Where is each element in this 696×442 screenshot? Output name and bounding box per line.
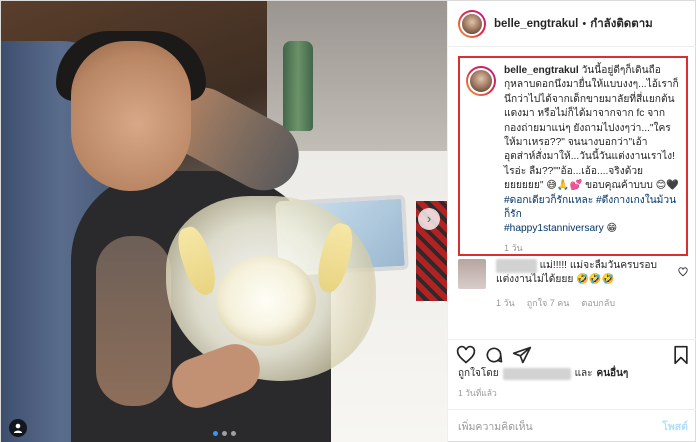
caption-avatar[interactable]: [466, 66, 496, 96]
liker-name-blurred[interactable]: [502, 367, 571, 380]
add-comment-bar: เพิ่มความคิดเห็น โพสต์: [448, 409, 696, 442]
caption-hashtags[interactable]: #ดอกเดียวก็รักแหละ #ดึงกางเกงในม้วนก็รัก: [504, 195, 676, 220]
caption-time[interactable]: 1 วัน: [504, 241, 680, 255]
heart-icon[interactable]: [456, 345, 476, 365]
post-side-panel: belle_engtrakul • กำลังติดตาม belle_engt…: [447, 1, 696, 442]
post-date[interactable]: 1 วันที่แล้ว: [458, 386, 497, 400]
carousel-dots: [1, 431, 447, 436]
carousel-next-button[interactable]: ›: [418, 208, 440, 230]
bookmark-icon[interactable]: [672, 345, 690, 365]
header-separator: •: [582, 17, 587, 30]
following-button[interactable]: กำลังติดตาม: [590, 15, 653, 33]
header-username[interactable]: belle_engtrakul: [494, 18, 578, 30]
share-icon[interactable]: [512, 345, 532, 365]
caption-username[interactable]: belle_engtrakul: [504, 65, 579, 76]
carousel-dot: [221, 431, 227, 436]
comment-item: xxxxxxxx แม่!!!!! แม่จะลืมวันครบรอบแต่งง…: [458, 259, 690, 310]
action-bar: [448, 339, 696, 369]
post-comment-button[interactable]: โพสต์: [662, 418, 688, 435]
caption-anniversary-hashtag[interactable]: #happy1stanniversary: [504, 223, 604, 234]
comment-heart-icon[interactable]: [678, 267, 688, 277]
comment-likes[interactable]: ถูกใจ 7 คน: [527, 296, 570, 310]
post-header: belle_engtrakul • กำลังติดตาม: [448, 1, 696, 47]
caption-body: วันนี้อยู่ดีๆก็เดินถือกุหลาบดอกนึงมายื่น…: [504, 65, 679, 192]
likes-row: ถูกใจโดย และ คนอื่นๆ: [458, 366, 628, 381]
commenter-name-blurred[interactable]: xxxxxxxx: [496, 259, 537, 274]
commenter-avatar[interactable]: [458, 259, 486, 289]
comment-meta: 1 วัน ถูกใจ 7 คน ตอบกลับ: [496, 296, 690, 310]
likes-prefix: ถูกใจโดย: [458, 368, 499, 379]
comment-body: xxxxxxxx แม่!!!!! แม่จะลืมวันครบรอบแต่งง…: [496, 259, 690, 310]
add-comment-input[interactable]: เพิ่มความคิดเห็น: [458, 418, 533, 435]
photo-person-tattoo-arm: [96, 236, 171, 406]
carousel-dot: [212, 431, 218, 436]
likes-others-link[interactable]: คนอื่นๆ: [597, 366, 629, 381]
avatar[interactable]: [458, 9, 486, 38]
caption-text: belle_engtrakul วันนี้อยู่ดีๆก็เดินถือกุ…: [504, 64, 680, 254]
instagram-post: › belle_engtrakul • กำลังติดตาม belle_en…: [0, 0, 696, 442]
carousel-dot: [230, 431, 236, 436]
comment-time[interactable]: 1 วัน: [496, 296, 515, 310]
photo-bottle: [283, 41, 313, 131]
caption-highlight: belle_engtrakul วันนี้อยู่ดีๆก็เดินถือกุ…: [458, 56, 688, 256]
comment-icon[interactable]: [484, 345, 504, 365]
likes-and: และ: [574, 368, 593, 379]
photo-white-rose: [216, 256, 316, 346]
post-photo[interactable]: ›: [1, 1, 447, 442]
comment-reply-button[interactable]: ตอบกลับ: [581, 296, 615, 310]
photo-person-face: [71, 41, 191, 191]
caption-emoji: 😁: [603, 223, 618, 235]
